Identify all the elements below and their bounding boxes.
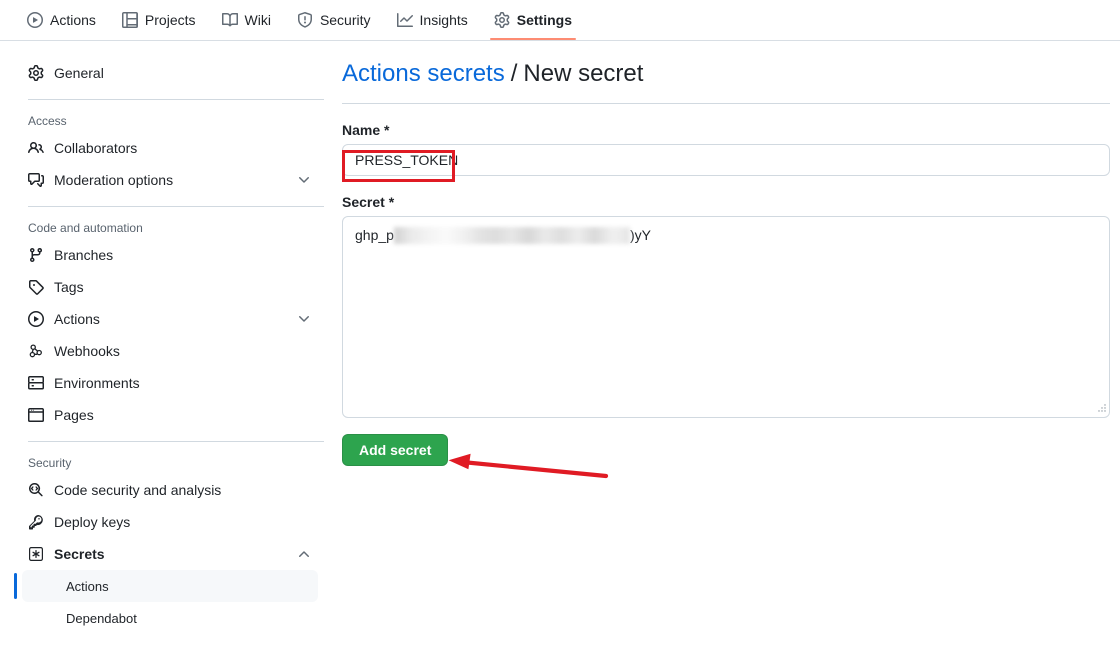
repo-nav-list: Actions Projects Wiki Security Insights …: [0, 0, 1120, 40]
nav-tab-label: Security: [319, 12, 371, 28]
sidebar-item-moderation-options[interactable]: Moderation options: [14, 164, 324, 196]
settings-sidebar: General Access Collaborators Moderation …: [14, 57, 324, 634]
sidebar-subitem-secrets-actions[interactable]: Actions: [14, 570, 318, 602]
repo-nav-bar: Actions Projects Wiki Security Insights …: [0, 0, 1120, 41]
sidebar-item-branches[interactable]: Branches: [14, 239, 324, 271]
main-content: Actions secrets / New secret Name * Secr…: [342, 57, 1110, 466]
sidebar-group-title-code-and-automation: Code and automation: [28, 221, 143, 235]
sidebar-item-pages[interactable]: Pages: [14, 399, 324, 431]
sidebar-divider: [28, 441, 324, 442]
nav-tab-label: Projects: [144, 12, 196, 28]
gear-icon: [28, 65, 44, 81]
secret-field-label: Secret *: [342, 194, 395, 210]
people-icon: [28, 140, 44, 156]
sidebar-item-label: Code security and analysis: [54, 482, 222, 498]
breadcrumb-separator: /: [510, 60, 518, 87]
nav-tab-wiki[interactable]: Wiki: [209, 0, 284, 40]
gear-icon: [494, 12, 510, 28]
sidebar-divider: [28, 206, 324, 207]
sidebar-divider: [28, 99, 324, 100]
page-title: Actions secrets / New secret: [342, 57, 1110, 104]
graph-icon: [396, 12, 413, 28]
sidebar-item-label: Branches: [54, 247, 114, 263]
sidebar-item-label: Collaborators: [54, 140, 138, 156]
breadcrumb-parent-link[interactable]: Actions secrets: [342, 57, 505, 91]
shield-icon: [297, 12, 313, 28]
sidebar-item-general[interactable]: General: [14, 57, 324, 89]
sidebar-item-label: Moderation options: [54, 172, 174, 188]
sidebar-item-collaborators[interactable]: Collaborators: [14, 132, 324, 164]
sidebar-item-webhooks[interactable]: Webhooks: [14, 335, 324, 367]
sidebar-item-environments[interactable]: Environments: [14, 367, 324, 399]
name-input[interactable]: [342, 144, 1110, 176]
nav-tab-insights[interactable]: Insights: [384, 0, 481, 40]
sidebar-item-deploy-keys[interactable]: Deploy keys: [14, 506, 324, 538]
sidebar-item-label: Tags: [54, 279, 84, 295]
secret-value-line: ghp_p )yY: [355, 225, 1097, 245]
nav-tab-projects[interactable]: Projects: [109, 0, 209, 40]
page-body: General Access Collaborators Moderation …: [0, 41, 1120, 657]
secret-redacted-block: [393, 226, 630, 244]
codescan-icon: [28, 482, 44, 498]
play-circle-icon: [27, 12, 43, 28]
secret-textarea[interactable]: ghp_p )yY: [342, 216, 1110, 418]
sidebar-subitem-label: Dependabot: [66, 610, 137, 626]
breadcrumb-current: New secret: [523, 60, 644, 87]
sidebar-item-label: Webhooks: [54, 343, 120, 359]
sidebar-item-label: Environments: [54, 375, 140, 391]
table-icon: [121, 12, 138, 28]
sidebar-item-label: Pages: [54, 407, 94, 423]
nav-tab-label: Actions: [50, 12, 96, 28]
nav-tab-label: Insights: [419, 12, 468, 28]
nav-tab-security[interactable]: Security: [284, 0, 384, 40]
sidebar-item-secrets[interactable]: Secrets: [14, 538, 324, 570]
webhook-icon: [28, 343, 44, 359]
sidebar-item-label: Actions: [54, 311, 100, 327]
chevron-up-icon[interactable]: [296, 546, 312, 562]
server-icon: [28, 375, 44, 391]
tag-icon: [28, 279, 44, 295]
comment-icon: [28, 172, 44, 188]
nav-tab-settings[interactable]: Settings: [481, 0, 585, 40]
name-field-label: Name *: [342, 122, 390, 138]
sidebar-group-title-access: Access: [28, 114, 67, 128]
sidebar-item-label: Deploy keys: [54, 514, 131, 530]
sidebar-item-code-security-and-analysis[interactable]: Code security and analysis: [14, 474, 324, 506]
chevron-down-icon[interactable]: [296, 311, 312, 327]
nav-tab-actions[interactable]: Actions: [14, 0, 109, 40]
sidebar-item-label: Secrets: [54, 546, 105, 562]
sidebar-item-label: General: [54, 65, 104, 81]
sidebar-item-tags[interactable]: Tags: [14, 271, 324, 303]
key-icon: [28, 514, 44, 530]
sidebar-group-title-security: Security: [28, 456, 72, 470]
nav-tab-label: Settings: [516, 12, 572, 28]
browser-icon: [28, 407, 44, 423]
secret-value-prefix: ghp_p: [355, 227, 394, 243]
secret-textarea-wrapper: ghp_p )yY: [342, 216, 1110, 418]
sidebar-subitem-label: Actions: [66, 578, 109, 594]
book-icon: [221, 12, 238, 28]
git-branch-icon: [28, 247, 44, 263]
sidebar-subitem-secrets-dependabot[interactable]: Dependabot: [22, 602, 318, 634]
asterisk-icon: [28, 546, 44, 562]
add-secret-button[interactable]: Add secret: [342, 434, 449, 466]
sidebar-item-actions[interactable]: Actions: [14, 303, 324, 335]
nav-tab-label: Wiki: [244, 12, 271, 28]
play-circle-icon: [28, 311, 44, 327]
chevron-down-icon[interactable]: [296, 172, 312, 188]
secret-value-suffix: )yY: [629, 227, 651, 243]
